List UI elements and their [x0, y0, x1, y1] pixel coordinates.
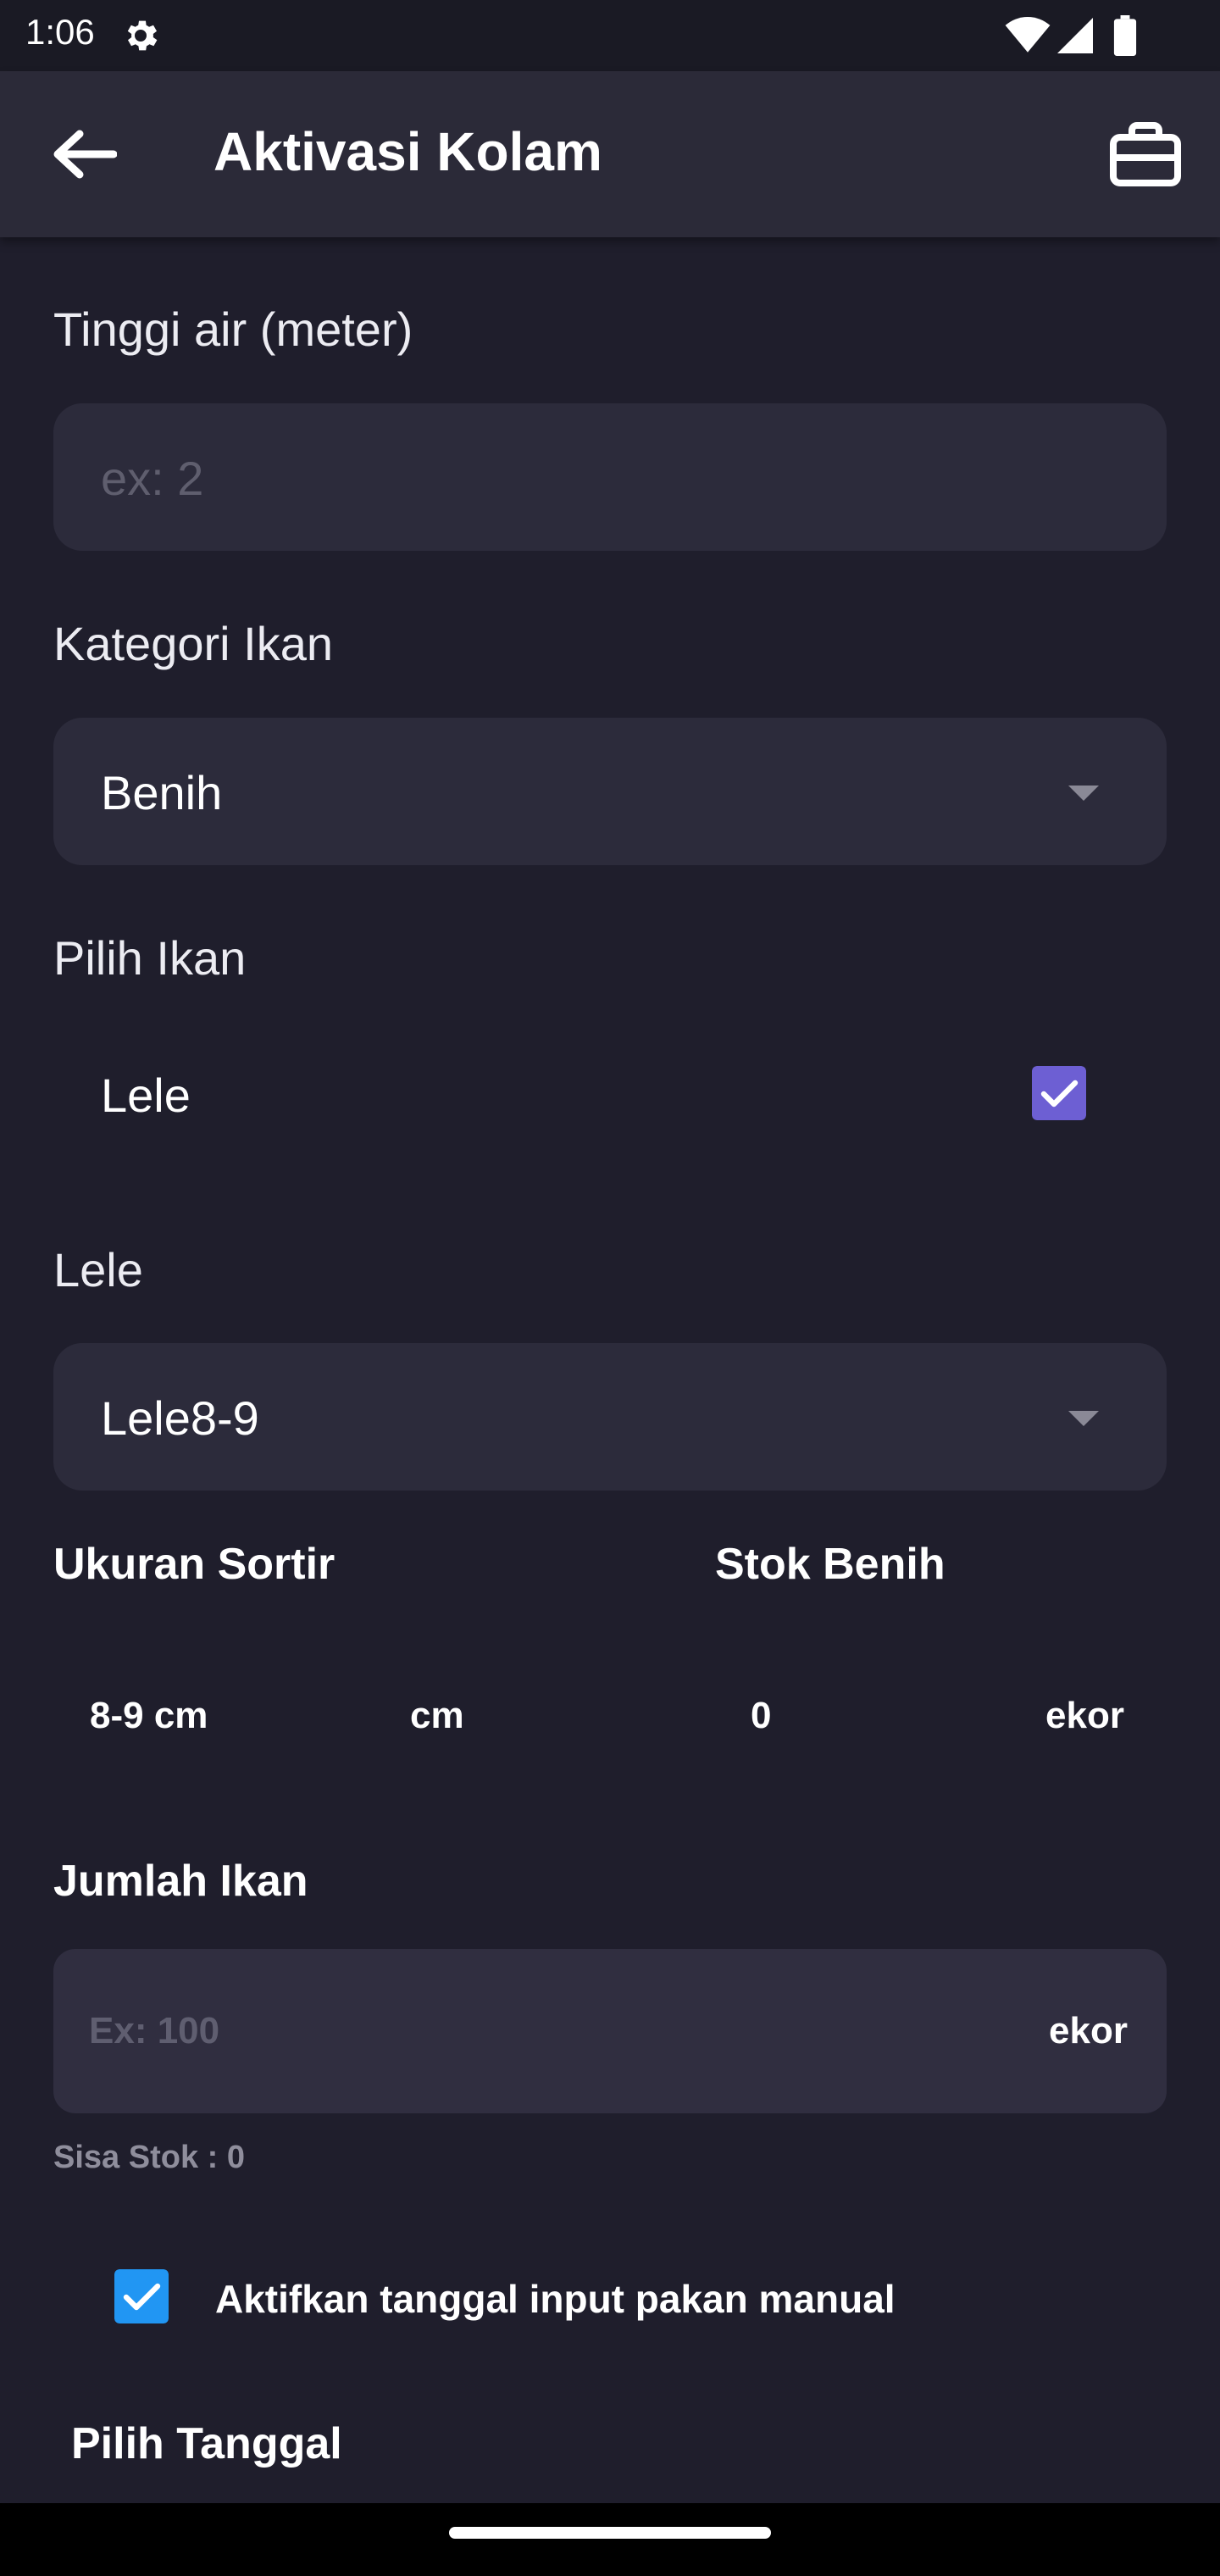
sort-size-label: Ukuran Sortir [53, 1540, 336, 1589]
fish-category-dropdown[interactable]: Benih [53, 718, 1167, 865]
home-indicator[interactable] [449, 2527, 771, 2539]
briefcase-icon[interactable] [1110, 122, 1181, 186]
choose-fish-label: Pilih Ikan [53, 931, 247, 985]
seed-stock-label: Stok Benih [715, 1540, 946, 1589]
fish-count-unit: ekor [1049, 2010, 1128, 2051]
signal-icon [1057, 18, 1093, 53]
app-bar: Aktivasi Kolam [0, 71, 1220, 237]
page-title: Aktivasi Kolam [214, 121, 602, 182]
caret-down-icon [1068, 1411, 1099, 1426]
manual-feed-date-checkbox[interactable] [114, 2269, 169, 2323]
fish-category-value: Benih [101, 766, 223, 819]
lele-dropdown[interactable]: Lele8-9 [53, 1343, 1167, 1491]
water-height-input[interactable]: ex: 2 [53, 403, 1167, 551]
lele-label: Lele [53, 1243, 143, 1296]
sort-size-value: 8-9 cm [90, 1695, 208, 1736]
seed-stock-unit: ekor [1045, 1695, 1124, 1736]
fish-option-checkbox[interactable] [1032, 1066, 1086, 1120]
fish-count-placeholder: Ex: 100 [89, 2010, 220, 2051]
seed-stock-value: 0 [751, 1695, 772, 1736]
caret-down-icon [1068, 786, 1099, 801]
water-height-label: Tinggi air (meter) [53, 303, 413, 356]
remaining-stock-text: Sisa Stok : 0 [53, 2140, 245, 2175]
choose-date-label: Pilih Tanggal [71, 2419, 342, 2468]
lele-value: Lele8-9 [101, 1391, 259, 1445]
status-bar: 1:06 [0, 0, 1220, 71]
status-time: 1:06 [25, 12, 95, 52]
manual-feed-date-row[interactable]: Aktifkan tanggal input pakan manual [110, 2262, 1042, 2330]
battery-icon [1113, 15, 1137, 56]
wifi-icon [1005, 17, 1051, 53]
manual-feed-date-label: Aktifkan tanggal input pakan manual [215, 2277, 896, 2321]
back-arrow-icon[interactable] [49, 127, 117, 181]
fish-category-label: Kategori Ikan [53, 617, 333, 670]
sort-size-unit: cm [410, 1695, 464, 1736]
fish-option-label: Lele [101, 1069, 191, 1122]
fish-count-input[interactable]: Ex: 100 ekor [53, 1949, 1167, 2113]
system-nav-bar [0, 2503, 1220, 2576]
fish-count-label: Jumlah Ikan [53, 1857, 308, 1906]
gear-icon [127, 20, 158, 51]
water-height-placeholder: ex: 2 [101, 452, 204, 505]
fish-option-row[interactable]: Lele [53, 1034, 1167, 1152]
